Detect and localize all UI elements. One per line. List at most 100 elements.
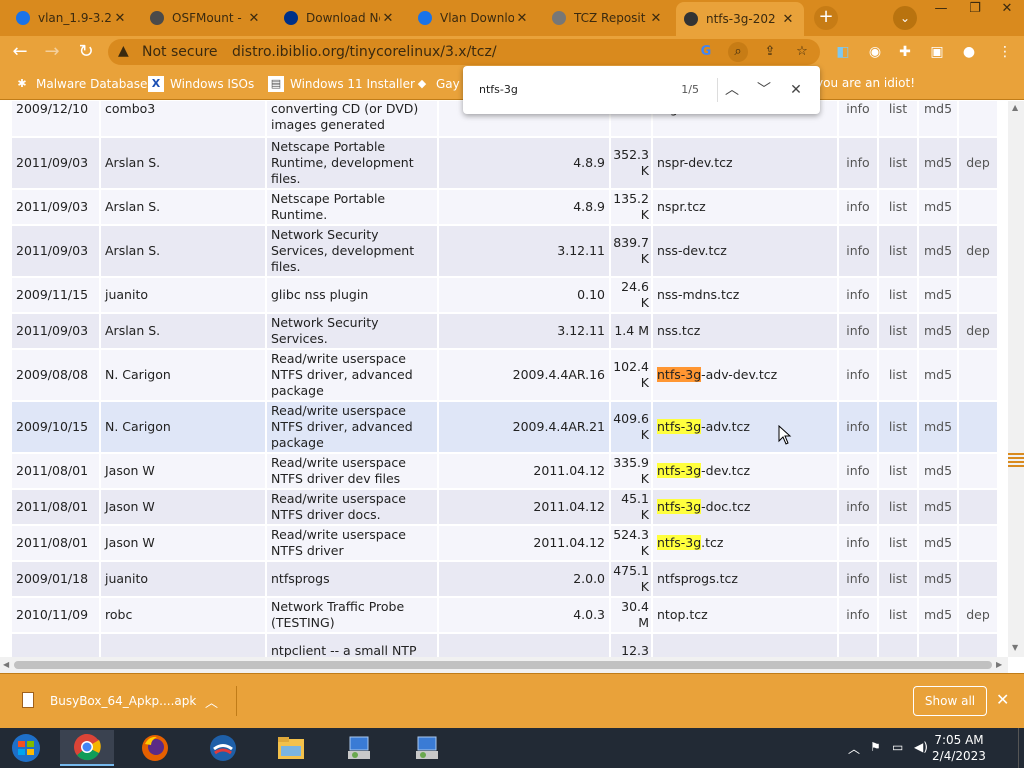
info-link[interactable]: info: [838, 561, 879, 598]
volume-icon[interactable]: ◀): [914, 740, 928, 754]
profile-icon[interactable]: ●: [958, 41, 980, 63]
find-input[interactable]: [479, 83, 659, 96]
url-text[interactable]: distro.ibiblio.org/tinycorelinux/3.x/tcz…: [232, 44, 497, 60]
new-tab-button[interactable]: +: [814, 6, 838, 30]
dep-link[interactable]: dep: [958, 137, 999, 190]
info-link[interactable]: info: [838, 189, 879, 226]
md5-link[interactable]: md5: [918, 277, 959, 314]
taskbar-app-circle[interactable]: [196, 730, 250, 766]
list-link[interactable]: list: [878, 489, 919, 526]
restore-button[interactable]: ❐: [958, 0, 992, 20]
scroll-left-icon[interactable]: ◀: [3, 660, 9, 669]
address-bar[interactable]: ▲ Not secure distro.ibiblio.org/tinycore…: [108, 39, 820, 65]
info-link[interactable]: info: [838, 137, 879, 190]
taskbar-firefox[interactable]: [128, 730, 182, 766]
list-link[interactable]: list: [878, 189, 919, 226]
cell-filename[interactable]: [652, 633, 839, 657]
google-icon[interactable]: G: [696, 42, 716, 62]
info-link[interactable]: info: [838, 277, 879, 314]
cell-filename[interactable]: nss-dev.tcz: [652, 225, 839, 278]
find-previous-button[interactable]: ︿: [722, 80, 742, 100]
action-center-flag-icon[interactable]: ⚑: [870, 740, 881, 754]
cell-filename[interactable]: nss-mdns.tcz: [652, 277, 839, 314]
vertical-scrollbar[interactable]: ▲ ▼: [1008, 101, 1024, 657]
share-icon[interactable]: ⇪: [760, 42, 780, 62]
tab-close-icon[interactable]: ✕: [112, 11, 128, 26]
tab-5[interactable]: TCZ Reposit ✕: [544, 4, 672, 32]
md5-link[interactable]: md5: [918, 561, 959, 598]
tab-close-icon[interactable]: ✕: [514, 11, 530, 26]
dep-link[interactable]: dep: [958, 597, 999, 634]
tab-4[interactable]: Vlan Downlo ✕: [410, 4, 538, 32]
scroll-right-icon[interactable]: ▶: [996, 660, 1002, 669]
md5-link[interactable]: md5: [918, 313, 959, 350]
tray-overflow-icon[interactable]: ︿: [848, 740, 860, 757]
forward-button[interactable]: →: [40, 40, 64, 64]
find-next-button[interactable]: ﹀: [754, 80, 774, 100]
info-link[interactable]: info: [838, 453, 879, 490]
md5-link[interactable]: md5: [918, 525, 959, 562]
bookmark-you-are-an-idiot[interactable]: you are an idiot!: [816, 76, 915, 90]
chevron-up-icon[interactable]: ︿: [205, 692, 218, 711]
download-filename[interactable]: BusyBox_64_Apkp....apk: [50, 694, 196, 708]
profile-flag-icon[interactable]: ◧: [832, 41, 854, 63]
cell-filename[interactable]: ntfs-3g-doc.tcz: [652, 489, 839, 526]
cell-filename[interactable]: nspr.tcz: [652, 189, 839, 226]
md5-link[interactable]: md5: [918, 189, 959, 226]
taskbar-installer-1[interactable]: [332, 730, 386, 766]
network-icon[interactable]: ▭: [892, 740, 903, 754]
bookmark-gay[interactable]: ◆ Gay: [414, 76, 460, 92]
warning-icon[interactable]: ▲: [118, 43, 129, 59]
list-link[interactable]: list: [878, 137, 919, 190]
tab-close-icon[interactable]: ✕: [648, 11, 664, 26]
list-link[interactable]: list: [878, 349, 919, 402]
dep-link[interactable]: dep: [958, 225, 999, 278]
tab-close-icon[interactable]: ✕: [246, 11, 262, 26]
info-link[interactable]: info: [838, 349, 879, 402]
taskbar-chrome[interactable]: [60, 730, 114, 766]
md5-link[interactable]: md5: [918, 137, 959, 190]
find-icon[interactable]: ⌕: [728, 42, 748, 62]
star-icon[interactable]: ☆: [792, 42, 812, 62]
tab-6[interactable]: ntfs-3g-202 ✕: [676, 2, 804, 36]
security-label[interactable]: Not secure: [142, 44, 218, 60]
start-button[interactable]: [8, 732, 44, 764]
dep-link[interactable]: dep: [958, 313, 999, 350]
tab-3[interactable]: Download Ne ✕: [276, 4, 404, 32]
cell-filename[interactable]: nspr-dev.tcz: [652, 137, 839, 190]
list-link[interactable]: list: [878, 277, 919, 314]
info-link[interactable]: info: [838, 401, 879, 454]
scroll-down-icon[interactable]: ▼: [1012, 643, 1018, 652]
taskbar-installer-2[interactable]: [400, 730, 454, 766]
list-link[interactable]: list: [878, 401, 919, 454]
md5-link[interactable]: md5: [918, 489, 959, 526]
tab-1[interactable]: vlan_1.9-3.2...✕: [8, 4, 136, 32]
tab-close-icon[interactable]: ✕: [380, 11, 396, 26]
cell-filename[interactable]: nss.tcz: [652, 313, 839, 350]
bookmark-malware-database[interactable]: ✱ Malware Database: [14, 76, 147, 92]
reload-button[interactable]: ↻: [74, 40, 98, 64]
list-link[interactable]: list: [878, 561, 919, 598]
horizontal-scroll-thumb[interactable]: [14, 661, 992, 669]
cell-filename[interactable]: ntfs-3g-dev.tcz: [652, 453, 839, 490]
list-link[interactable]: list: [878, 225, 919, 278]
close-window-button[interactable]: ✕: [990, 0, 1024, 20]
show-all-button[interactable]: Show all: [913, 686, 987, 716]
info-link[interactable]: info: [838, 101, 879, 138]
info-link[interactable]: info: [838, 313, 879, 350]
md5-link[interactable]: md5: [918, 101, 959, 138]
list-link[interactable]: list: [878, 453, 919, 490]
bookmark-windows-11-installer[interactable]: ▤ Windows 11 Installer: [268, 76, 415, 92]
bookmark-windows-isos[interactable]: X Windows ISOs: [148, 76, 254, 92]
list-link[interactable]: list: [878, 313, 919, 350]
tab-2[interactable]: OSFMount - ✕: [142, 4, 270, 32]
md5-link[interactable]: md5: [918, 349, 959, 402]
side-panel-icon[interactable]: ▣: [926, 41, 948, 63]
find-close-button[interactable]: ✕: [786, 80, 806, 100]
info-link[interactable]: info: [838, 597, 879, 634]
md5-link[interactable]: md5: [918, 225, 959, 278]
cell-filename[interactable]: ntfs-3g.tcz: [652, 525, 839, 562]
minimize-button[interactable]: —: [924, 0, 958, 20]
system-clock[interactable]: 7:05 AM 2/4/2023: [928, 732, 990, 764]
horizontal-scrollbar[interactable]: ◀ ▶: [0, 657, 1008, 673]
